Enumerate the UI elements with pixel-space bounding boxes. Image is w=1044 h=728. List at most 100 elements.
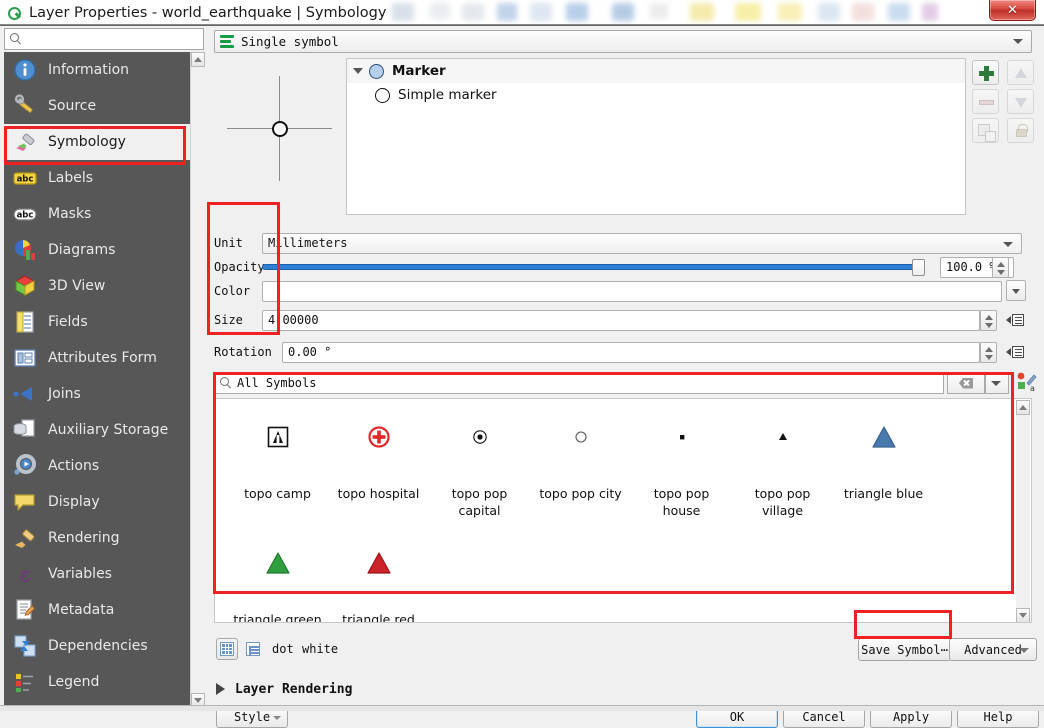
sidebar-item-label: Display [48, 494, 100, 510]
title-bar[interactable]: Layer Properties - world_earthquake | Sy… [0, 0, 1044, 26]
renderer-type-label: Single symbol [241, 34, 339, 49]
symbol-item[interactable]: topo hospital [328, 413, 429, 539]
fields-icon [12, 309, 38, 335]
sidebar-item-diagrams[interactable]: Diagrams [4, 232, 200, 268]
sidebar-item-labels[interactable]: abc Labels [4, 160, 200, 196]
sidebar-item-display[interactable]: Display [4, 484, 200, 520]
layer-properties-dialog: Layer Properties - world_earthquake | Sy… [0, 0, 1044, 728]
move-down-button[interactable] [1007, 89, 1034, 114]
opacity-row: Opacity 100.0 % [214, 256, 1042, 278]
symbol-item[interactable]: triangle blue [833, 413, 934, 539]
size-data-defined-override-button[interactable] [1006, 309, 1030, 331]
sidebar-search-box[interactable] [4, 28, 204, 50]
search-input[interactable] [27, 31, 197, 47]
duplicate-symbol-layer-button[interactable] [972, 118, 999, 143]
rotation-spinbox[interactable]: 0.00 ° [282, 341, 980, 363]
simple-marker-circle-icon [375, 87, 390, 103]
sidebar-item-label: Labels [48, 170, 94, 186]
sidebar-item-legend[interactable]: Legend [4, 664, 200, 700]
symbol-item[interactable]: topo camp [227, 413, 328, 539]
size-stepper[interactable] [980, 309, 997, 331]
add-symbol-layer-button[interactable] [972, 60, 999, 85]
save-symbol-button[interactable]: Save Symbol⋯ [858, 638, 951, 661]
sidebar-item-metadata[interactable]: Metadata [4, 592, 200, 628]
size-spinbox[interactable]: 4.00000 [262, 309, 980, 331]
symbol-gallery-scrollbar[interactable] [1016, 400, 1030, 622]
scroll-up-button[interactable] [1016, 400, 1030, 415]
symbol-item[interactable]: topo pop house [631, 413, 732, 539]
symbol-item[interactable]: triangle red [328, 539, 429, 622]
sidebar-item-source[interactable]: Source [4, 88, 200, 124]
svg-text:abc: abc [17, 175, 34, 185]
renderer-type-combo[interactable]: Single symbol [214, 30, 1032, 53]
color-dropdown-button[interactable] [1006, 280, 1026, 301]
sidebar-item-rendering[interactable]: Rendering [4, 520, 200, 556]
settings-sidebar: Information Source Symbology abc Labels … [0, 26, 208, 711]
symbol-item[interactable]: topo pop village [732, 413, 833, 539]
sidebar-item-label: Attributes Form [48, 350, 157, 366]
chevron-down-icon [991, 381, 1001, 386]
symbol-item[interactable]: triangle green [227, 539, 328, 622]
opacity-stepper[interactable] [992, 256, 1009, 278]
symbol-filter-box[interactable]: All Symbols [214, 372, 944, 394]
opacity-slider[interactable] [262, 257, 934, 278]
symbol-tree-root-row[interactable]: Marker [347, 59, 965, 83]
symbol-filter-value: All Symbols [237, 376, 317, 390]
source-icon [12, 93, 38, 119]
sidebar-item-joins[interactable]: Joins [4, 376, 200, 412]
sidebar-item-dependencies[interactable]: Dependencies [4, 628, 200, 664]
symbol-filter-dropdown[interactable] [985, 372, 1009, 394]
list-view-icon[interactable] [242, 638, 264, 660]
sidebar-item-label: Auxiliary Storage [48, 422, 169, 438]
symbology-brush-icon [12, 129, 38, 155]
symbol-layer-tree[interactable]: Marker Simple marker [346, 58, 966, 215]
sidebar-item-information[interactable]: Information [4, 52, 200, 88]
move-up-button[interactable] [1007, 60, 1034, 85]
opacity-label: Opacity [214, 260, 265, 274]
sidebar-item-masks[interactable]: abc Masks [4, 196, 200, 232]
scroll-down-button[interactable] [1016, 608, 1030, 622]
symbol-filter-clear-button[interactable] [947, 372, 985, 394]
sidebar-scrollbar[interactable] [190, 52, 205, 708]
topo-pop-house-icon [677, 413, 687, 461]
symbol-item-label: topo pop city [539, 486, 622, 501]
rotation-data-defined-override-button[interactable] [1006, 341, 1030, 363]
lock-layer-button[interactable] [1007, 118, 1034, 143]
symbol-gallery-items: topo camp topo hospital topo pop capital… [215, 399, 1017, 622]
sidebar-item-label: 3D View [48, 278, 106, 294]
scroll-up-button[interactable] [191, 52, 205, 67]
symbol-tree-root-label: Marker [392, 63, 446, 79]
sidebar-item-symbology[interactable]: Symbology [4, 124, 200, 160]
sidebar-item-actions[interactable]: Actions [4, 448, 200, 484]
chevron-down-icon[interactable] [353, 68, 363, 74]
symbol-item[interactable]: topo pop city [530, 413, 631, 539]
color-swatch-button[interactable] [262, 280, 1002, 302]
sidebar-item-auxiliary-storage[interactable]: Auxiliary Storage [4, 412, 200, 448]
symbol-tree-child-row[interactable]: Simple marker [347, 83, 965, 107]
triangle-red-icon [365, 539, 393, 587]
rotation-stepper[interactable] [980, 341, 997, 363]
joins-icon [12, 381, 38, 407]
sidebar-item-attributes-form[interactable]: Attributes Form [4, 340, 200, 376]
symbol-item-label: topo pop capital [451, 486, 508, 518]
sidebar-item-label: Actions [48, 458, 100, 474]
clear-icon [959, 377, 973, 389]
advanced-button[interactable]: Advanced [949, 638, 1037, 661]
sidebar-item-variables[interactable]: ε Variables [4, 556, 200, 592]
grid-view-icon[interactable] [216, 638, 238, 660]
opacity-slider-handle[interactable] [912, 258, 925, 276]
symbol-gallery[interactable]: topo camp topo hospital topo pop capital… [214, 398, 1032, 623]
remove-symbol-layer-button[interactable] [972, 89, 999, 114]
info-icon [12, 57, 38, 83]
unit-combo[interactable]: Millimeters [262, 232, 1022, 254]
close-icon[interactable]: ✕ [989, 0, 1036, 21]
sidebar-item-fields[interactable]: Fields [4, 304, 200, 340]
layer-rendering-label: Layer Rendering [235, 681, 353, 697]
style-manager-icon[interactable]: a [1015, 371, 1037, 393]
unit-value: Millimeters [268, 236, 348, 250]
opacity-value: 100.0 % [946, 260, 997, 274]
sidebar-item-3d-view[interactable]: 3D View [4, 268, 200, 304]
sidebar-item-label: Symbology [48, 134, 126, 150]
layer-rendering-section[interactable]: Layer Rendering [216, 678, 352, 700]
symbol-item[interactable]: topo pop capital [429, 413, 530, 539]
